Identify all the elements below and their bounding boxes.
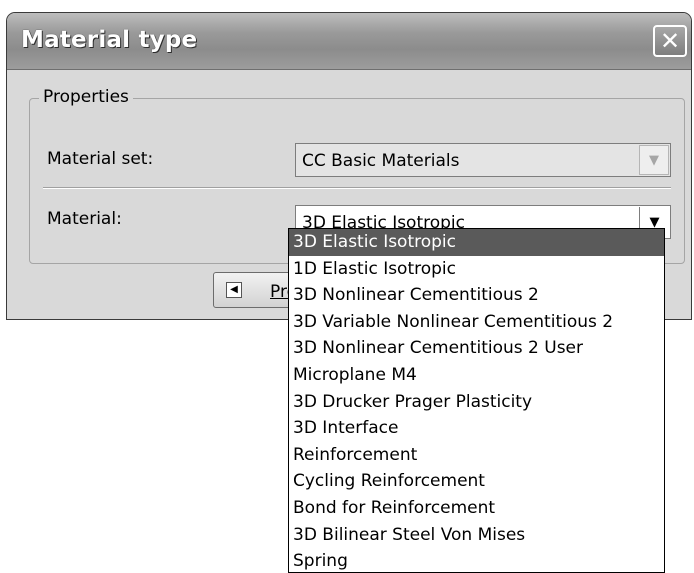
dropdown-option[interactable]: 3D Interface xyxy=(289,415,664,442)
dropdown-option[interactable]: Cycling Reinforcement xyxy=(289,468,664,495)
material-label: Material: xyxy=(47,209,122,229)
separator-line xyxy=(43,187,671,189)
material-set-combobox: CC Basic Materials ▼ xyxy=(295,143,671,177)
close-icon: ✕ xyxy=(659,27,681,55)
dropdown-option[interactable]: 1D Elastic Isotropic xyxy=(289,256,664,283)
dialog-title: Material type xyxy=(21,27,198,53)
dropdown-option[interactable]: 3D Elastic Isotropic xyxy=(289,229,664,256)
dropdown-option[interactable]: Reinforcement xyxy=(289,442,664,469)
dropdown-option[interactable]: 3D Nonlinear Cementitious 2 User xyxy=(289,335,664,362)
material-set-value: CC Basic Materials xyxy=(302,151,460,171)
material-set-label: Material set: xyxy=(47,149,154,169)
dropdown-option[interactable]: Spring xyxy=(289,548,664,572)
chevron-down-icon: ▼ xyxy=(649,152,659,168)
title-bar[interactable]: Material type ✕ xyxy=(7,13,691,70)
dropdown-option[interactable]: 3D Variable Nonlinear Cementitious 2 xyxy=(289,309,664,336)
dropdown-option[interactable]: Microplane M4 xyxy=(289,362,664,389)
dropdown-option[interactable]: 3D Bilinear Steel Von Mises xyxy=(289,522,664,549)
dropdown-option[interactable]: Bond for Reinforcement xyxy=(289,495,664,522)
dropdown-option[interactable]: 3D Nonlinear Cementitious 2 xyxy=(289,282,664,309)
close-button[interactable]: ✕ xyxy=(653,25,687,57)
arrow-left-icon: ◀ xyxy=(226,282,242,298)
properties-group-label: Properties xyxy=(39,87,133,107)
dropdown-option[interactable]: 3D Drucker Prager Plasticity xyxy=(289,389,664,416)
material-dropdown-list[interactable]: 3D Elastic Isotropic 1D Elastic Isotropic… xyxy=(288,228,665,573)
chevron-down-icon: ▼ xyxy=(649,214,660,230)
material-set-dropdown-arrow: ▼ xyxy=(639,145,669,175)
